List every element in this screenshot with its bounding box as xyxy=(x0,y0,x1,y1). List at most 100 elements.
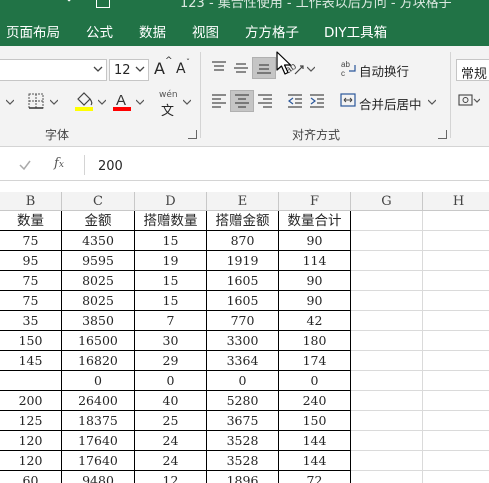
cell-b[interactable]: 150 xyxy=(0,331,62,351)
header-cell-e[interactable]: 搭赠金额 xyxy=(207,211,279,231)
empty-cell-h[interactable] xyxy=(423,371,489,391)
empty-cell-h[interactable] xyxy=(423,431,489,451)
wrap-text-button[interactable]: 自动换行 xyxy=(359,61,409,80)
cell-b[interactable]: 120 xyxy=(0,451,62,471)
tab-view[interactable]: 视图 xyxy=(192,21,219,41)
empty-cell-h[interactable] xyxy=(423,271,489,291)
align-center-button[interactable] xyxy=(230,90,254,112)
cell-e[interactable]: 3364 xyxy=(207,351,279,371)
fill-color-icon[interactable] xyxy=(74,90,94,112)
wrap-text-icon[interactable]: ab c xyxy=(341,59,357,77)
cell-d[interactable]: 12 xyxy=(135,471,207,483)
cell-e[interactable]: 3528 xyxy=(207,451,279,471)
chevron-down-icon[interactable] xyxy=(50,99,58,105)
cell-b[interactable] xyxy=(0,371,62,391)
cell-c[interactable]: 17640 xyxy=(62,451,135,471)
header-cell-c[interactable]: 金额 xyxy=(62,211,135,231)
header-cell-f[interactable]: 数量合计 xyxy=(279,211,351,231)
empty-cell-h[interactable] xyxy=(423,471,489,483)
tab-fangfang-gezi[interactable]: 方方格子 xyxy=(245,21,299,41)
cell-d[interactable]: 40 xyxy=(135,391,207,411)
cell-f[interactable]: 114 xyxy=(279,251,351,271)
tab-page-layout[interactable]: 页面布局 xyxy=(6,21,60,41)
tab-formulas[interactable]: 公式 xyxy=(86,21,113,41)
cell-b[interactable]: 75 xyxy=(0,231,62,251)
cell-c[interactable]: 4350 xyxy=(62,231,135,251)
decrease-indent-icon[interactable] xyxy=(287,94,303,108)
grow-font-icon[interactable]: A xyxy=(154,59,165,78)
cell-b[interactable]: 75 xyxy=(0,291,62,311)
empty-cell-g[interactable] xyxy=(351,431,423,451)
checkmark-icon[interactable] xyxy=(18,158,32,172)
column-header-g[interactable]: G xyxy=(351,192,423,211)
cell-c[interactable]: 16820 xyxy=(62,351,135,371)
cell-e[interactable]: 1919 xyxy=(207,251,279,271)
quick-access-box-icon[interactable] xyxy=(96,0,110,8)
cell-f[interactable]: 90 xyxy=(279,291,351,311)
phonetic-guide-icon[interactable]: 文 xyxy=(161,100,174,119)
insert-function-icon[interactable]: fx xyxy=(54,156,64,171)
cell-f[interactable]: 90 xyxy=(279,271,351,291)
cell-f[interactable]: 150 xyxy=(279,411,351,431)
cell-b[interactable]: 95 xyxy=(0,251,62,271)
cell-c[interactable]: 18375 xyxy=(62,411,135,431)
number-format-select[interactable]: 常规 xyxy=(456,59,489,82)
empty-cell-g[interactable] xyxy=(351,231,423,251)
font-dialog-launcher-icon[interactable] xyxy=(188,130,197,139)
increase-indent-icon[interactable] xyxy=(309,94,325,108)
column-header-b[interactable]: B xyxy=(0,192,62,211)
cell-f[interactable]: 240 xyxy=(279,391,351,411)
column-header-e[interactable]: E xyxy=(207,192,279,211)
cell-d[interactable]: 29 xyxy=(135,351,207,371)
align-top-icon[interactable] xyxy=(211,61,227,75)
align-right-icon[interactable] xyxy=(257,94,273,108)
cell-d[interactable]: 24 xyxy=(135,431,207,451)
align-bottom-button[interactable] xyxy=(252,57,276,79)
cell-e[interactable]: 1605 xyxy=(207,291,279,311)
cell-d[interactable]: 25 xyxy=(135,411,207,431)
cell-d[interactable]: 15 xyxy=(135,291,207,311)
empty-cell-h[interactable] xyxy=(423,251,489,271)
empty-cell-h[interactable] xyxy=(423,311,489,331)
merge-center-button[interactable]: 合并后居中 xyxy=(359,94,422,113)
cell-f[interactable]: 0 xyxy=(279,371,351,391)
cell-c[interactable]: 8025 xyxy=(62,271,135,291)
cell-e[interactable]: 870 xyxy=(207,231,279,251)
cell-d[interactable]: 15 xyxy=(135,271,207,291)
cell-e[interactable]: 770 xyxy=(207,311,279,331)
cell-c[interactable]: 3850 xyxy=(62,311,135,331)
cell-d[interactable]: 15 xyxy=(135,231,207,251)
cell-b[interactable]: 75 xyxy=(0,271,62,291)
cell-f[interactable]: 174 xyxy=(279,351,351,371)
align-middle-icon[interactable] xyxy=(233,61,249,75)
column-header-f[interactable]: F xyxy=(279,192,351,211)
empty-cell-g[interactable] xyxy=(351,331,423,351)
font-color-icon[interactable]: A xyxy=(112,90,132,112)
empty-cell-g[interactable] xyxy=(351,251,423,271)
cell-c[interactable]: 9595 xyxy=(62,251,135,271)
cell-b[interactable]: 60 xyxy=(0,471,62,483)
cell-e[interactable]: 1896 xyxy=(207,471,279,483)
cell-e[interactable]: 3675 xyxy=(207,411,279,431)
tab-data[interactable]: 数据 xyxy=(139,21,166,41)
column-header-h[interactable]: H xyxy=(423,192,489,211)
cell-c[interactable]: 16500 xyxy=(62,331,135,351)
cell-e[interactable]: 3528 xyxy=(207,431,279,451)
cell-e[interactable]: 0 xyxy=(207,371,279,391)
empty-cell-h[interactable] xyxy=(423,451,489,471)
empty-cell-h[interactable] xyxy=(423,411,489,431)
borders-icon[interactable] xyxy=(28,93,44,109)
cell-b[interactable]: 35 xyxy=(0,311,62,331)
empty-cell-g[interactable] xyxy=(351,451,423,471)
formula-input[interactable]: 200 xyxy=(98,159,123,174)
alignment-dialog-launcher-icon[interactable] xyxy=(438,130,447,139)
empty-cell-g[interactable] xyxy=(351,291,423,311)
cell-c[interactable]: 26400 xyxy=(62,391,135,411)
empty-cell-g[interactable] xyxy=(351,391,423,411)
empty-cell-g[interactable] xyxy=(351,371,423,391)
cell-f[interactable]: 180 xyxy=(279,331,351,351)
empty-cell-h[interactable] xyxy=(423,291,489,311)
cell-f[interactable]: 144 xyxy=(279,431,351,451)
chevron-down-icon[interactable] xyxy=(428,99,436,105)
empty-cell-h[interactable] xyxy=(423,211,489,231)
